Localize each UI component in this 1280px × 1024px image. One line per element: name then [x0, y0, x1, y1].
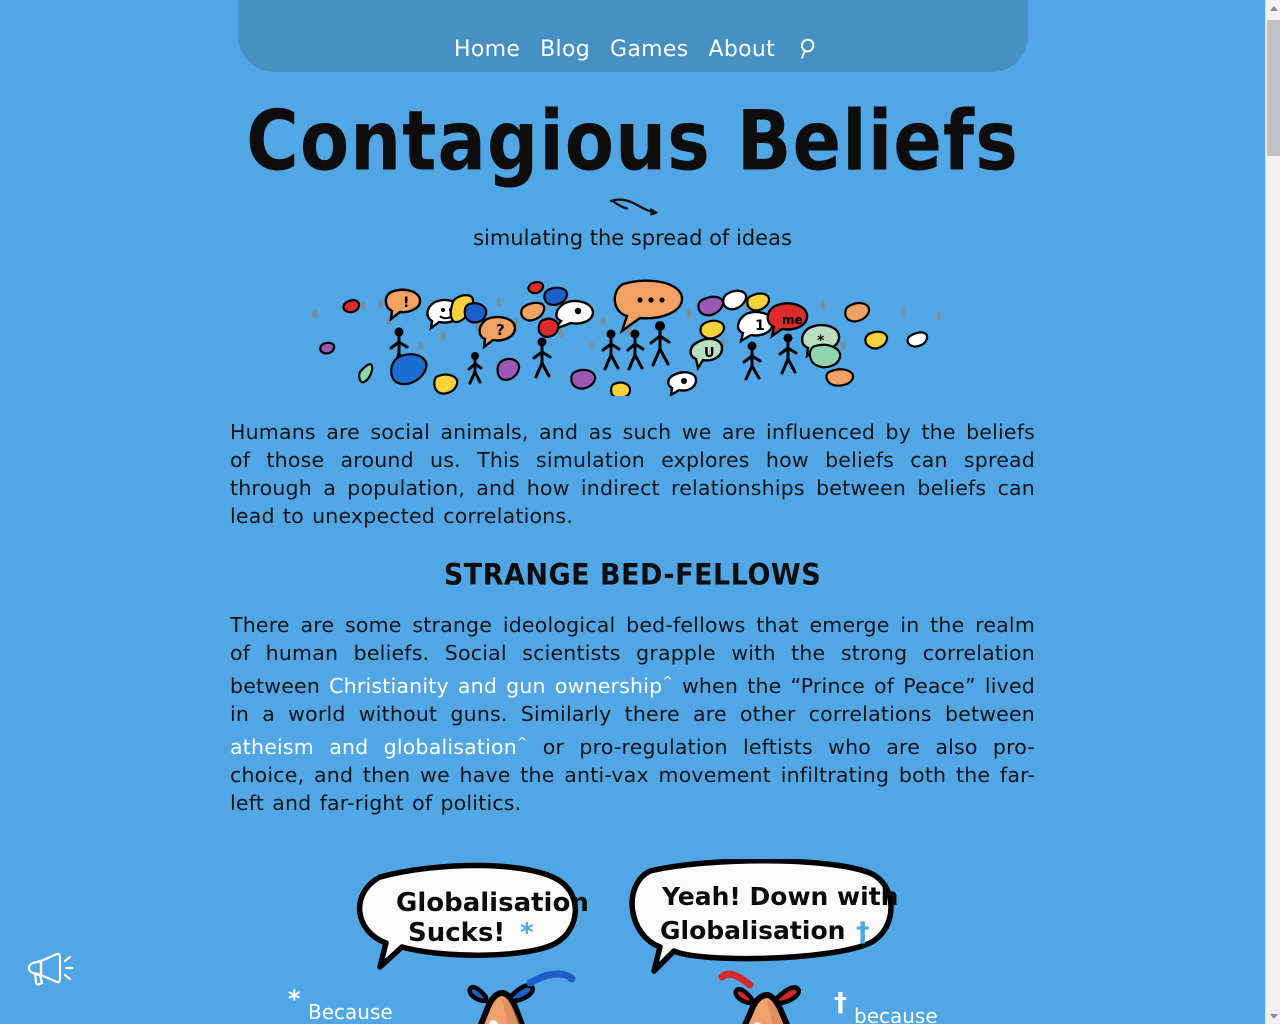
bubble-right-line-1: Yeah! Down with — [661, 882, 898, 911]
page-scrollbar[interactable] — [1265, 0, 1280, 1024]
speech-bubble-right: Yeah! Down with Globalisation † — [629, 858, 898, 974]
character-right — [718, 970, 801, 1024]
svg-text:!: ! — [403, 295, 409, 311]
bubble-left-line-2: Sucks! — [408, 918, 505, 948]
nav-item-blog[interactable]: Blog — [530, 37, 600, 62]
scrollbar-thumb[interactable] — [1267, 20, 1280, 156]
link-2-marker: ^ — [517, 734, 528, 749]
link-1-label: Christianity and gun ownership — [329, 673, 663, 698]
nav-item-home[interactable]: Home — [444, 37, 530, 62]
link-christianity-and-gun-ownership[interactable]: Christianity and gun ownership^ — [329, 674, 673, 698]
bubble-left-marker: * — [520, 918, 534, 948]
bubble-right-line-2: Globalisation — [660, 916, 845, 945]
speech-bubble-left: Globalisation Sucks! * — [356, 862, 589, 970]
link-2-label: atheism and globalisation — [230, 734, 517, 759]
intro-paragraph: Humans are social animals, and as such w… — [230, 420, 1035, 528]
section-heading-strange-bed-fellows: STRANGE BED-FELLOWS — [443, 558, 822, 593]
footnote-left-line-1: Because — [308, 1000, 393, 1024]
main-content: Humans are social animals, and as such w… — [230, 396, 1035, 817]
crowd-banner-illustration: ! ? 1 me U * — [311, 279, 941, 396]
nav-links: Home Blog Games About — [444, 36, 821, 62]
svg-text:me: me — [782, 313, 803, 327]
scroll-up-arrow-icon — [1269, 5, 1278, 11]
top-navigation-bar: Home Blog Games About — [237, 0, 1028, 72]
page-viewport: Home Blog Games About Contagious Beliefs… — [0, 0, 1265, 1024]
page-title: Contagious Beliefs — [246, 93, 1019, 190]
page-subtitle: simulating the spread of ideas — [473, 226, 792, 250]
hero-section: Contagious Beliefs simulating the spread… — [0, 72, 1265, 396]
footnote-left: * Because poor foreigners are being expl… — [288, 985, 393, 1024]
link-1-marker: ^ — [662, 674, 673, 688]
cartoon-illustration-wrap: Globalisation Sucks! * Yeah! Down with G… — [230, 858, 1035, 1024]
footnote-right-marker: † — [834, 988, 847, 1018]
svg-text:1: 1 — [755, 318, 765, 334]
megaphone-icon — [27, 952, 74, 986]
globalisation-cartoon: Globalisation Sucks! * Yeah! Down with G… — [288, 858, 938, 1024]
swoosh-divider-icon — [609, 198, 658, 216]
footnote-left-marker: * — [288, 985, 301, 1013]
nav-item-games[interactable]: Games — [600, 37, 698, 62]
link-atheism-and-globalisation[interactable]: atheism and globalisation^ — [230, 735, 528, 759]
svg-text:?: ? — [496, 321, 505, 339]
swoosh-divider — [0, 190, 1265, 226]
announcement-widget-button[interactable] — [22, 942, 76, 996]
scroll-up-button[interactable] — [1266, 0, 1280, 16]
footnote-right: † because greedy foreigners will take my… — [834, 988, 938, 1024]
section-paragraph: There are some strange ideological bed-f… — [230, 611, 1035, 817]
search-icon — [801, 38, 815, 59]
scroll-down-button[interactable] — [1266, 1008, 1280, 1024]
svg-text:U: U — [704, 346, 715, 361]
search-button[interactable] — [795, 36, 821, 62]
scroll-down-arrow-icon — [1269, 1013, 1278, 1019]
character-left — [467, 970, 576, 1024]
bubble-left-line-1: Globalisation — [396, 888, 589, 918]
bubble-right-marker: † — [856, 917, 870, 948]
nav-item-about[interactable]: About — [698, 37, 785, 62]
footnote-right-line-1: because — [854, 1004, 938, 1024]
